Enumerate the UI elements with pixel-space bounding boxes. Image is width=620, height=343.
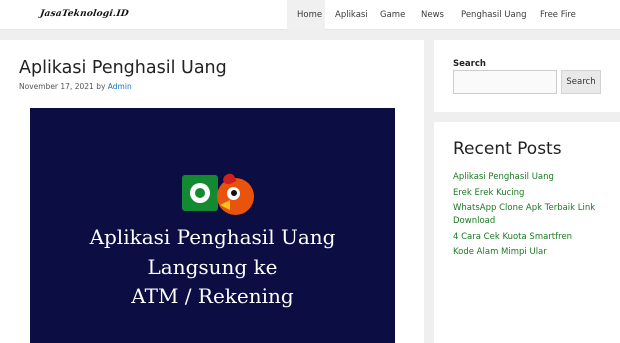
recent-post-link[interactable]: 4 Cara Cek Kuota Smartfren — [453, 231, 613, 244]
bird-pupil — [231, 190, 237, 196]
search-widget: Search Search — [434, 40, 620, 112]
recent-post-link[interactable]: WhatsApp Clone Apk Terbaik Link Download — [453, 202, 613, 228]
bird-crest — [221, 171, 237, 187]
recent-post-link[interactable]: Aplikasi Penghasil Uang — [453, 171, 613, 184]
nav-free-fire[interactable]: Free Fire — [528, 0, 580, 30]
search-input[interactable] — [453, 70, 557, 94]
bird-beak — [220, 200, 230, 210]
bird-mascot-icon — [217, 171, 254, 215]
post-title: Aplikasi Penghasil Uang — [19, 58, 227, 78]
nav-home[interactable]: Home — [287, 0, 325, 30]
main-content: Aplikasi Penghasil Uang November 17, 202… — [0, 40, 424, 343]
main-nav: Home Aplikasi Game News Penghasil Uang F… — [287, 0, 580, 30]
featured-image: Aplikasi Penghasil Uang Langsung ke ATM … — [30, 108, 395, 343]
recent-posts-widget: Recent Posts Aplikasi Penghasil Uang Ere… — [434, 122, 620, 343]
recent-post-link[interactable]: Kode Alam Mimpi Ular — [453, 246, 613, 259]
site-header: JasaTeknologi.ID Home Aplikasi Game News… — [0, 0, 620, 30]
site-logo[interactable]: JasaTeknologi.ID — [39, 9, 129, 19]
app-ring-icon — [190, 183, 210, 203]
banner-line-3: ATM / Rekening — [131, 284, 294, 308]
search-button[interactable]: Search — [561, 70, 601, 94]
banner-line-2: Langsung ke — [147, 255, 278, 279]
money-app-icon — [182, 175, 218, 211]
banner-line-1: Aplikasi Penghasil Uang — [89, 225, 336, 249]
post-by-label: by — [96, 82, 106, 91]
search-label: Search — [453, 59, 486, 69]
recent-post-link[interactable]: Erek Erek Kucing — [453, 187, 613, 200]
nav-news[interactable]: News — [412, 0, 451, 30]
nav-aplikasi[interactable]: Aplikasi — [325, 0, 371, 30]
nav-penghasil-uang[interactable]: Penghasil Uang — [451, 0, 528, 30]
recent-posts-list: Aplikasi Penghasil Uang Erek Erek Kucing… — [453, 171, 613, 262]
post-date[interactable]: November 17, 2021 — [19, 82, 94, 91]
post-author-link[interactable]: Admin — [108, 82, 132, 91]
nav-game[interactable]: Game — [371, 0, 412, 30]
post-meta: November 17, 2021 by Admin — [19, 82, 132, 91]
recent-posts-title: Recent Posts — [453, 139, 562, 159]
